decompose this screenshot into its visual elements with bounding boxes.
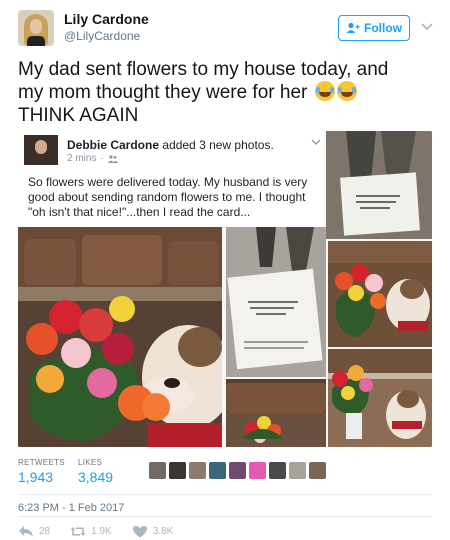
liker-avatar[interactable]	[189, 462, 206, 479]
liker-avatar[interactable]	[169, 462, 186, 479]
divider	[18, 494, 432, 495]
retweet-icon	[70, 526, 86, 536]
friends-audience-icon	[107, 154, 118, 163]
meta-separator: ·	[100, 153, 104, 164]
chevron-down-icon	[311, 139, 321, 145]
tweet-text-line: THINK AGAIN	[18, 105, 139, 126]
tweet-stats: RETWEETS 1,943 LIKES 3,849	[18, 458, 438, 492]
liker-avatar[interactable]	[269, 462, 286, 479]
tweet-text: My dad sent flowers to my house today, a…	[18, 58, 438, 127]
tweet-actions: 28 1.9K 3.8K	[18, 524, 193, 538]
liker-avatar[interactable]	[249, 462, 266, 479]
reply-button[interactable]: 28	[18, 525, 50, 538]
tweet-text-line: My dad sent flowers to my house today, a…	[18, 59, 389, 80]
tears-of-joy-emoji-icon	[314, 81, 335, 101]
tweet-header: Lily Cardone @LilyCardone Follow	[0, 0, 450, 52]
tears-of-joy-emoji-icon	[336, 81, 357, 101]
reply-count: 28	[39, 525, 51, 537]
add-user-icon	[346, 22, 360, 33]
likes-label: LIKES	[78, 458, 103, 467]
photo-couch-flowers	[226, 379, 326, 447]
facebook-post-header: Debbie Cardone added 3 new photos.	[67, 138, 274, 152]
retweet-count: 1.9K	[91, 525, 112, 537]
likes-count[interactable]: 3,849	[78, 469, 113, 485]
photo-card-top	[326, 131, 432, 239]
facebook-post: Debbie Cardone added 3 new photos. 2 min…	[18, 131, 324, 227]
embedded-facebook-screenshot[interactable]: Debbie Cardone added 3 new photos. 2 min…	[18, 131, 432, 447]
author-handle[interactable]: @LilyCardone	[64, 29, 140, 43]
photo-dog-flowers-side	[328, 241, 432, 347]
like-count: 3.8K	[152, 525, 174, 537]
liker-avatar[interactable]	[229, 462, 246, 479]
facebook-author-name: Debbie Cardone	[67, 138, 160, 152]
retweet-button[interactable]: 1.9K	[70, 525, 112, 538]
tweet-timestamp[interactable]: 6:23 PM - 1 Feb 2017	[18, 502, 124, 514]
heart-icon	[132, 525, 147, 537]
photo-dog-with-flowers	[18, 227, 222, 447]
author-name[interactable]: Lily Cardone	[64, 11, 149, 27]
liker-avatar[interactable]	[209, 462, 226, 479]
liker-avatar[interactable]	[289, 462, 306, 479]
retweets-label: RETWEETS	[18, 458, 65, 467]
liker-avatar[interactable]	[309, 462, 326, 479]
facebook-post-time: 2 mins	[67, 153, 97, 164]
liker-avatar[interactable]	[149, 462, 166, 479]
likers-avatars	[149, 462, 326, 479]
chevron-down-icon[interactable]	[421, 21, 433, 31]
tweet-text-line: my mom thought they were for her	[18, 82, 308, 103]
divider	[18, 516, 432, 517]
retweets-count[interactable]: 1,943	[18, 469, 53, 485]
like-button[interactable]: 3.8K	[132, 525, 174, 538]
author-avatar[interactable]	[18, 10, 54, 46]
tweet-text-line-with-emoji: my mom thought they were for her	[18, 81, 438, 104]
reply-icon	[19, 525, 33, 537]
photo-dog-vase	[328, 349, 432, 447]
follow-label: Follow	[364, 21, 402, 35]
photo-card-closeup	[226, 227, 326, 377]
facebook-post-meta: 2 mins ·	[67, 153, 118, 164]
facebook-author-avatar	[24, 135, 58, 165]
facebook-post-body: So flowers were delivered today. My husb…	[28, 175, 308, 219]
facebook-post-action: added 3 new photos.	[162, 138, 274, 152]
follow-button[interactable]: Follow	[338, 15, 410, 41]
